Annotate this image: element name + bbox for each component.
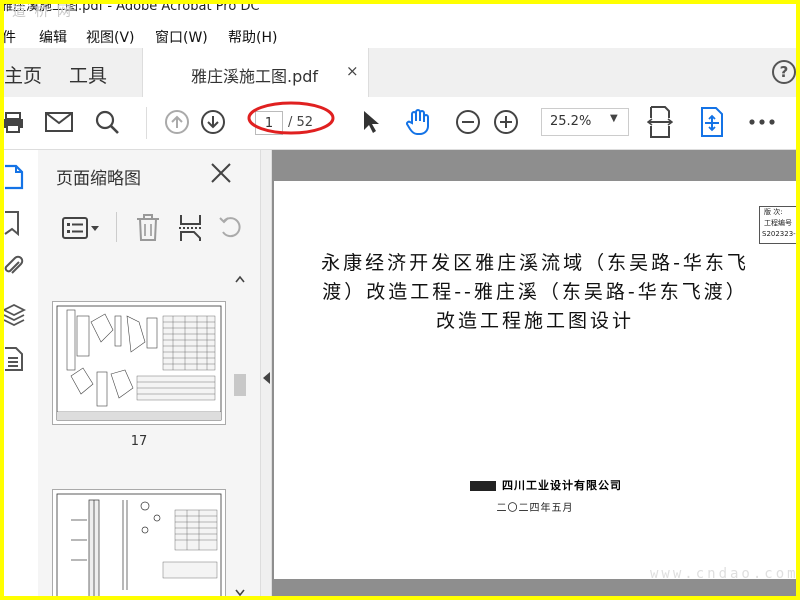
stamp-line: S202323-B [762, 230, 796, 238]
left-nav-rail [4, 150, 39, 596]
mail-icon[interactable] [44, 109, 74, 135]
page-content-icon[interactable] [4, 346, 26, 372]
delete-page-icon[interactable] [136, 214, 160, 246]
thumbnail-list: 17 [38, 262, 260, 596]
document-title-line-3: 改造工程施工图设计 [435, 310, 634, 332]
tab-document[interactable]: 雅庄溪施工图.pdf × [142, 48, 369, 97]
stamp-line: 工程编号 [764, 219, 792, 227]
print-icon[interactable] [4, 109, 26, 135]
rotate-page-icon[interactable] [218, 214, 244, 244]
menu-bar: 件 编辑 视图(V) 窗口(W) 帮助(H) [4, 18, 796, 48]
insert-page-icon[interactable] [178, 214, 204, 246]
menu-view[interactable]: 视图(V) [86, 27, 135, 47]
document-title-line-2: 渡）改造工程--雅庄溪（东吴路-华东飞渡） [322, 281, 748, 303]
previous-page-icon[interactable] [164, 109, 190, 135]
hand-tool-icon[interactable] [402, 109, 434, 135]
panel-splitter[interactable] [260, 150, 272, 596]
thumbnail-panel: 页面缩略图 17 [38, 150, 260, 596]
revision-stamp: 版 次: 工程编号 S202323-B [759, 206, 796, 244]
menu-window[interactable]: 窗口(W) [155, 27, 208, 47]
menu-file[interactable]: 件 [4, 27, 16, 47]
annotation-ellipse [247, 101, 335, 135]
footer-watermark: www.cndao.com [650, 566, 799, 582]
zoom-level-select[interactable]: 25.2% ▼ [541, 108, 629, 136]
scroll-up-icon[interactable] [235, 268, 245, 287]
help-icon[interactable]: ? [772, 60, 796, 84]
drawing-thumbnail [56, 305, 222, 421]
toolbar-separator [146, 107, 147, 139]
document-date: 二〇二四年五月 [496, 503, 574, 514]
thumbnail-scrollbar[interactable] [232, 262, 248, 596]
more-options-icon[interactable] [747, 109, 777, 135]
scroll-down-icon[interactable] [235, 582, 245, 596]
page-number-label: 17 [130, 434, 148, 449]
page-thumbnails-icon[interactable] [4, 164, 26, 190]
zoom-in-icon[interactable] [493, 109, 519, 135]
tab-home[interactable]: 主页 [4, 61, 42, 88]
document-title-line-1: 永康经济开发区雅庄溪流域（东吴路-华东飞 [321, 252, 749, 274]
acrobat-window: 雅庄溪施工图.pdf - Adobe Acrobat Pro DC 道 桥 网 … [4, 4, 796, 596]
zoom-out-icon[interactable] [455, 109, 481, 135]
watermark-text: 道 桥 网 [12, 4, 73, 18]
attachments-icon[interactable] [4, 254, 26, 280]
company-name: 四川工业设计有限公司 [470, 477, 690, 493]
full-screen-icon[interactable] [698, 105, 726, 139]
panel-title: 页面缩略图 [56, 169, 141, 189]
layers-icon[interactable] [4, 302, 27, 328]
close-tab-icon[interactable]: × [346, 62, 359, 80]
options-menu-icon[interactable] [62, 216, 102, 244]
company-logo [470, 481, 496, 491]
toolbar: / 52 25.2% ▼ [4, 97, 796, 150]
stamp-line: 版 次: [764, 208, 783, 216]
menu-edit[interactable]: 编辑 [39, 27, 67, 47]
pdf-page: 版 次: 工程编号 S202323-B 永康经济开发区雅庄溪流域（东吴路-华东飞… [274, 181, 796, 579]
close-panel-icon[interactable] [210, 162, 232, 188]
document-tab-label: 雅庄溪施工图.pdf [191, 67, 319, 86]
tab-bar: 主页 工具 雅庄溪施工图.pdf × ? [4, 48, 796, 98]
chevron-down-icon: ▼ [610, 113, 618, 124]
company-name-text: 四川工业设计有限公司 [502, 479, 622, 492]
next-page-icon[interactable] [200, 109, 226, 135]
document-view[interactable]: 版 次: 工程编号 S202323-B 永康经济开发区雅庄溪流域（东吴路-华东飞… [272, 150, 796, 596]
tab-tools[interactable]: 工具 [69, 61, 107, 88]
page-thumbnail-18[interactable] [52, 489, 226, 596]
scroll-thumb[interactable] [234, 374, 246, 396]
title-bar: 雅庄溪施工图.pdf - Adobe Acrobat Pro DC 道 桥 网 [4, 4, 796, 18]
collapse-panel-icon[interactable] [263, 372, 271, 384]
drawing-thumbnail [56, 493, 222, 596]
menu-help[interactable]: 帮助(H) [228, 27, 277, 47]
bookmarks-icon[interactable] [4, 210, 26, 237]
panel-separator [116, 212, 117, 242]
select-cursor-icon[interactable] [360, 109, 382, 135]
zoom-level-value: 25.2% [550, 114, 592, 129]
thumbnail-toolbar [38, 208, 260, 252]
fit-width-icon[interactable] [646, 105, 674, 139]
page-thumbnail-17[interactable] [52, 301, 226, 425]
search-icon[interactable] [94, 109, 120, 135]
